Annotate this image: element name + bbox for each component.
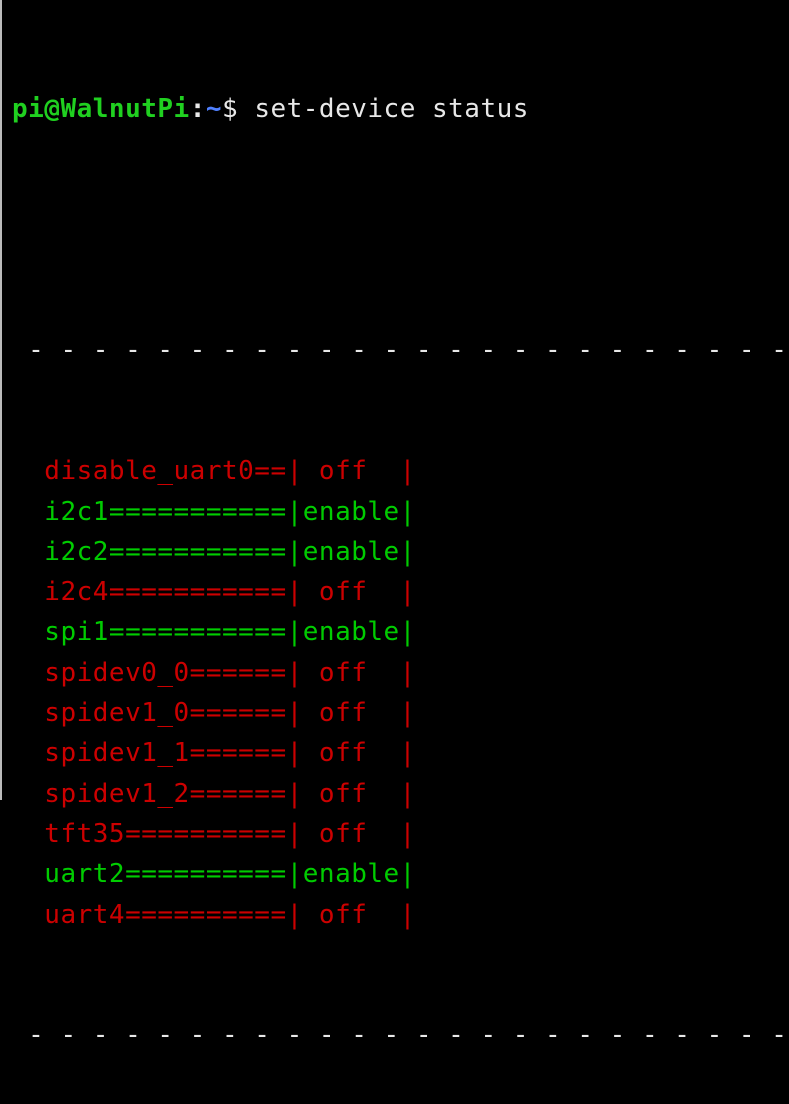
separator-top: - - - - - - - - - - - - - - - - - - - - …: [12, 330, 783, 370]
command: set-device status: [254, 94, 529, 124]
status-row-disable_uart0: disable_uart0==| off |: [12, 451, 783, 491]
status-row-spidev1_0: spidev1_0======| off |: [12, 693, 783, 733]
prompt-path: ~: [206, 94, 222, 124]
prompt-dollar: $: [222, 94, 238, 124]
prompt-colon: :: [190, 94, 206, 124]
command-text: [238, 94, 254, 124]
status-rows: disable_uart0==| off | i2c1===========|e…: [12, 451, 783, 935]
terminal-output[interactable]: pi@WalnutPi:~$ set-device status - - - -…: [2, 0, 789, 1104]
prompt-line: pi@WalnutPi:~$ set-device status: [12, 89, 783, 129]
status-row-uart2: uart2==========|enable|: [12, 854, 783, 894]
blank-line: [12, 209, 783, 249]
status-row-spidev1_1: spidev1_1======| off |: [12, 733, 783, 773]
status-row-tft35: tft35==========| off |: [12, 814, 783, 854]
status-row-i2c2: i2c2===========|enable|: [12, 532, 783, 572]
prompt-user: pi@WalnutPi: [12, 94, 190, 124]
separator-bottom: - - - - - - - - - - - - - - - - - - - - …: [12, 1015, 783, 1055]
status-row-spidev0_0: spidev0_0======| off |: [12, 653, 783, 693]
status-row-i2c4: i2c4===========| off |: [12, 572, 783, 612]
status-row-spidev1_2: spidev1_2======| off |: [12, 774, 783, 814]
status-row-uart4: uart4==========| off |: [12, 895, 783, 935]
status-row-i2c1: i2c1===========|enable|: [12, 492, 783, 532]
status-row-spi1: spi1===========|enable|: [12, 612, 783, 652]
